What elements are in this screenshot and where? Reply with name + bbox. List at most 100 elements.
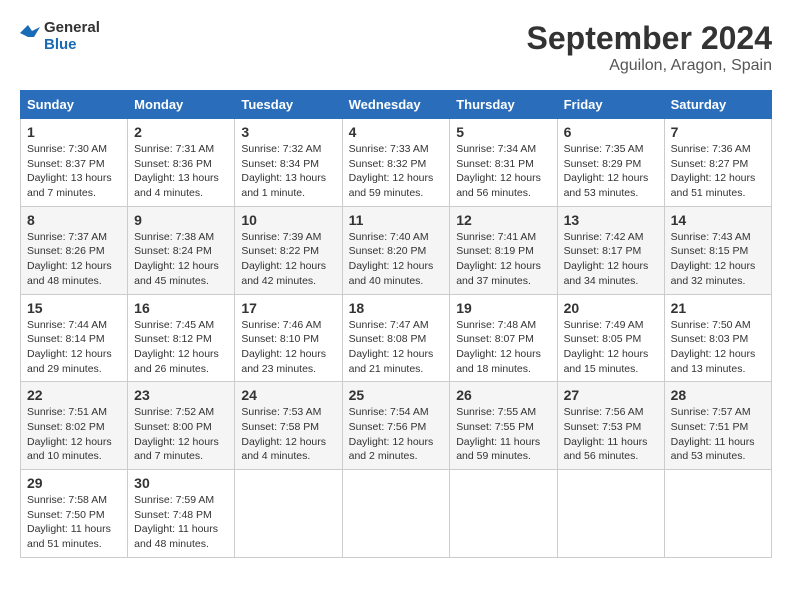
daylight: Daylight: 12 hours and 42 minutes. [241, 260, 326, 287]
daylight: Daylight: 11 hours and 48 minutes. [134, 523, 218, 550]
sunset: Sunset: 8:10 PM [241, 333, 319, 345]
day-number: 4 [349, 124, 444, 140]
calendar-cell [664, 470, 771, 558]
daylight: Daylight: 12 hours and 32 minutes. [671, 260, 756, 287]
daylight: Daylight: 12 hours and 59 minutes. [349, 172, 434, 199]
day-number: 30 [134, 475, 228, 491]
weekday-header: Wednesday [342, 91, 450, 119]
daylight: Daylight: 12 hours and 13 minutes. [671, 348, 756, 375]
daylight: Daylight: 12 hours and 7 minutes. [134, 436, 219, 463]
sunrise: Sunrise: 7:42 AM [564, 231, 644, 243]
daylight: Daylight: 12 hours and 45 minutes. [134, 260, 219, 287]
sunrise: Sunrise: 7:31 AM [134, 143, 214, 155]
calendar-cell: 25 Sunrise: 7:54 AM Sunset: 7:56 PM Dayl… [342, 382, 450, 470]
calendar-cell: 17 Sunrise: 7:46 AM Sunset: 8:10 PM Dayl… [235, 294, 342, 382]
daylight: Daylight: 13 hours and 7 minutes. [27, 172, 112, 199]
daylight: Daylight: 11 hours and 51 minutes. [27, 523, 111, 550]
sunset: Sunset: 8:07 PM [456, 333, 534, 345]
sunrise: Sunrise: 7:35 AM [564, 143, 644, 155]
sunset: Sunset: 8:37 PM [27, 158, 105, 170]
sunrise: Sunrise: 7:45 AM [134, 319, 214, 331]
day-number: 27 [564, 387, 658, 403]
sunrise: Sunrise: 7:33 AM [349, 143, 429, 155]
daylight: Daylight: 12 hours and 34 minutes. [564, 260, 649, 287]
daylight: Daylight: 11 hours and 56 minutes. [564, 436, 648, 463]
day-detail: Sunrise: 7:43 AM Sunset: 8:15 PM Dayligh… [671, 230, 765, 289]
sunset: Sunset: 8:03 PM [671, 333, 749, 345]
day-number: 6 [564, 124, 658, 140]
day-detail: Sunrise: 7:31 AM Sunset: 8:36 PM Dayligh… [134, 142, 228, 201]
daylight: Daylight: 12 hours and 15 minutes. [564, 348, 649, 375]
daylight: Daylight: 12 hours and 23 minutes. [241, 348, 326, 375]
logo-bird-icon [20, 25, 40, 49]
day-detail: Sunrise: 7:39 AM Sunset: 8:22 PM Dayligh… [241, 230, 335, 289]
sunrise: Sunrise: 7:37 AM [27, 231, 107, 243]
sunset: Sunset: 8:15 PM [671, 245, 749, 257]
daylight: Daylight: 12 hours and 51 minutes. [671, 172, 756, 199]
logo-text-blue: Blue [44, 37, 100, 54]
day-detail: Sunrise: 7:41 AM Sunset: 8:19 PM Dayligh… [456, 230, 550, 289]
sunrise: Sunrise: 7:34 AM [456, 143, 536, 155]
calendar-cell [450, 470, 557, 558]
day-number: 16 [134, 300, 228, 316]
calendar-week-row: 8 Sunrise: 7:37 AM Sunset: 8:26 PM Dayli… [21, 206, 772, 294]
sunrise: Sunrise: 7:56 AM [564, 406, 644, 418]
day-number: 12 [456, 212, 550, 228]
sunrise: Sunrise: 7:32 AM [241, 143, 321, 155]
page-header: General Blue September 2024 Aguilon, Ara… [20, 20, 772, 75]
sunrise: Sunrise: 7:38 AM [134, 231, 214, 243]
sunrise: Sunrise: 7:57 AM [671, 406, 751, 418]
calendar-cell [557, 470, 664, 558]
sunset: Sunset: 8:29 PM [564, 158, 642, 170]
title-block: September 2024 Aguilon, Aragon, Spain [527, 20, 772, 75]
daylight: Daylight: 12 hours and 48 minutes. [27, 260, 112, 287]
day-number: 9 [134, 212, 228, 228]
sunrise: Sunrise: 7:49 AM [564, 319, 644, 331]
day-number: 15 [27, 300, 121, 316]
calendar-cell [235, 470, 342, 558]
sunrise: Sunrise: 7:55 AM [456, 406, 536, 418]
sunset: Sunset: 7:50 PM [27, 509, 105, 521]
daylight: Daylight: 13 hours and 4 minutes. [134, 172, 219, 199]
calendar-cell: 12 Sunrise: 7:41 AM Sunset: 8:19 PM Dayl… [450, 206, 557, 294]
day-detail: Sunrise: 7:42 AM Sunset: 8:17 PM Dayligh… [564, 230, 658, 289]
daylight: Daylight: 12 hours and 26 minutes. [134, 348, 219, 375]
day-detail: Sunrise: 7:36 AM Sunset: 8:27 PM Dayligh… [671, 142, 765, 201]
calendar-cell: 23 Sunrise: 7:52 AM Sunset: 8:00 PM Dayl… [128, 382, 235, 470]
daylight: Daylight: 11 hours and 59 minutes. [456, 436, 540, 463]
day-number: 11 [349, 212, 444, 228]
calendar-cell: 22 Sunrise: 7:51 AM Sunset: 8:02 PM Dayl… [21, 382, 128, 470]
day-number: 2 [134, 124, 228, 140]
weekday-header: Sunday [21, 91, 128, 119]
day-number: 14 [671, 212, 765, 228]
day-number: 7 [671, 124, 765, 140]
day-detail: Sunrise: 7:30 AM Sunset: 8:37 PM Dayligh… [27, 142, 121, 201]
sunrise: Sunrise: 7:30 AM [27, 143, 107, 155]
calendar-table: SundayMondayTuesdayWednesdayThursdayFrid… [20, 90, 772, 558]
sunset: Sunset: 8:22 PM [241, 245, 319, 257]
sunrise: Sunrise: 7:48 AM [456, 319, 536, 331]
sunset: Sunset: 8:05 PM [564, 333, 642, 345]
day-detail: Sunrise: 7:37 AM Sunset: 8:26 PM Dayligh… [27, 230, 121, 289]
day-detail: Sunrise: 7:50 AM Sunset: 8:03 PM Dayligh… [671, 318, 765, 377]
calendar-cell: 11 Sunrise: 7:40 AM Sunset: 8:20 PM Dayl… [342, 206, 450, 294]
daylight: Daylight: 12 hours and 4 minutes. [241, 436, 326, 463]
weekday-header: Thursday [450, 91, 557, 119]
sunset: Sunset: 8:08 PM [349, 333, 427, 345]
sunset: Sunset: 7:48 PM [134, 509, 212, 521]
day-detail: Sunrise: 7:40 AM Sunset: 8:20 PM Dayligh… [349, 230, 444, 289]
calendar-cell: 28 Sunrise: 7:57 AM Sunset: 7:51 PM Dayl… [664, 382, 771, 470]
day-detail: Sunrise: 7:47 AM Sunset: 8:08 PM Dayligh… [349, 318, 444, 377]
sunrise: Sunrise: 7:43 AM [671, 231, 751, 243]
daylight: Daylight: 11 hours and 53 minutes. [671, 436, 755, 463]
calendar-week-row: 22 Sunrise: 7:51 AM Sunset: 8:02 PM Dayl… [21, 382, 772, 470]
daylight: Daylight: 12 hours and 18 minutes. [456, 348, 541, 375]
day-number: 26 [456, 387, 550, 403]
sunrise: Sunrise: 7:41 AM [456, 231, 536, 243]
day-detail: Sunrise: 7:52 AM Sunset: 8:00 PM Dayligh… [134, 405, 228, 464]
daylight: Daylight: 12 hours and 29 minutes. [27, 348, 112, 375]
sunset: Sunset: 8:24 PM [134, 245, 212, 257]
day-detail: Sunrise: 7:46 AM Sunset: 8:10 PM Dayligh… [241, 318, 335, 377]
daylight: Daylight: 12 hours and 37 minutes. [456, 260, 541, 287]
sunset: Sunset: 7:56 PM [349, 421, 427, 433]
